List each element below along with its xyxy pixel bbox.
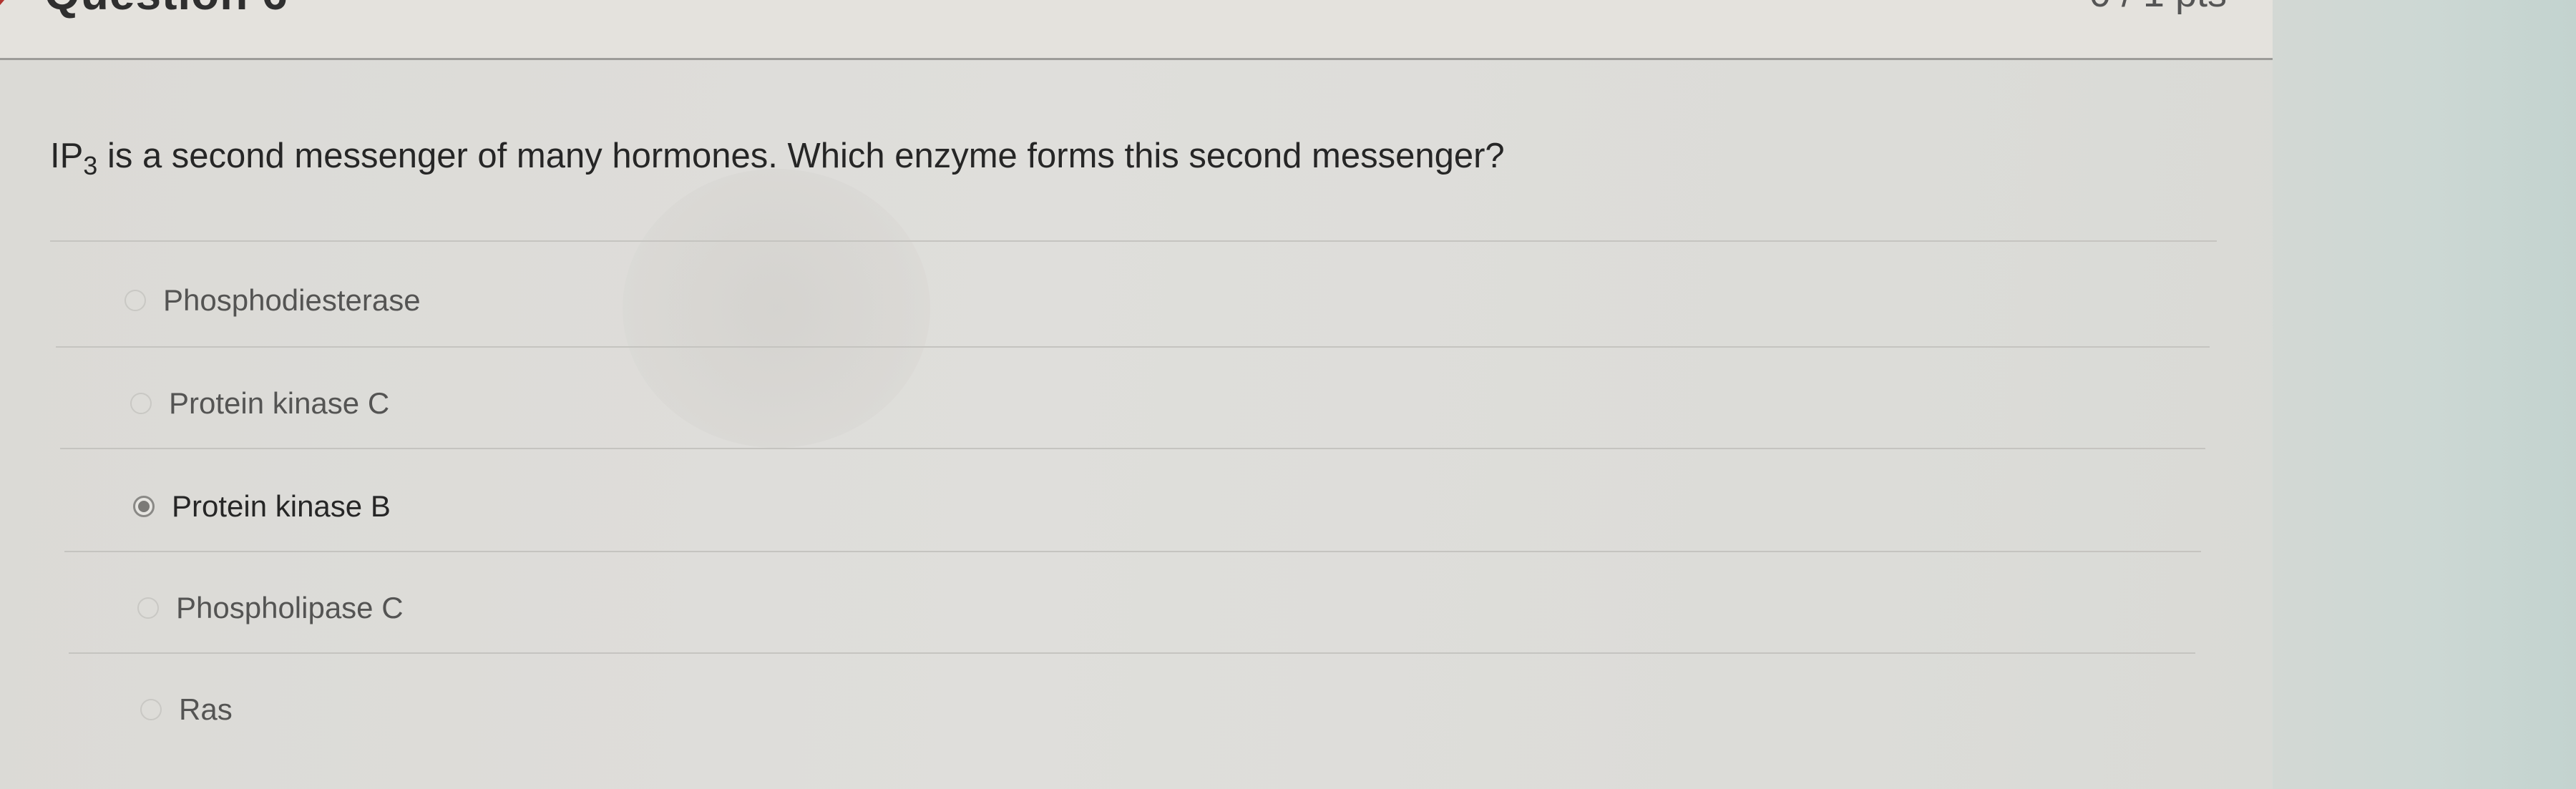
question-header: Question 6 0 / 1 pts xyxy=(0,0,2273,60)
question-points: 0 / 1 pts xyxy=(2089,0,2227,16)
answer-divider xyxy=(56,346,2210,348)
answer-divider xyxy=(69,652,2195,654)
radio-icon[interactable] xyxy=(137,597,159,619)
answer-option-protein-kinase-b[interactable]: Protein kinase B xyxy=(133,485,391,528)
answer-label: Phosphodiesterase xyxy=(163,283,421,317)
question-prefix: IP xyxy=(50,137,84,175)
radio-icon[interactable] xyxy=(130,393,152,414)
answer-label: Protein kinase B xyxy=(172,489,391,523)
answer-option-phosphodiesterase[interactable]: Phosphodiesterase xyxy=(125,279,421,322)
question-subscript: 3 xyxy=(83,151,98,180)
answer-option-ras[interactable]: Ras xyxy=(140,688,233,731)
answer-divider xyxy=(64,551,2201,552)
radio-icon[interactable] xyxy=(140,699,162,720)
answer-divider xyxy=(50,240,2217,242)
answer-divider xyxy=(60,448,2205,449)
radio-icon[interactable] xyxy=(125,290,146,311)
page-background-right xyxy=(2274,0,2576,789)
screen-glare xyxy=(623,169,930,448)
question-title: Question 6 xyxy=(44,0,288,20)
answer-option-protein-kinase-c[interactable]: Protein kinase C xyxy=(130,382,389,425)
answer-label: Phospholipase C xyxy=(176,591,404,624)
question-body-text: is a second messenger of many hormones. … xyxy=(97,137,1505,175)
flag-icon[interactable] xyxy=(0,0,14,10)
answer-label: Ras xyxy=(179,692,233,726)
answer-label: Protein kinase C xyxy=(169,386,390,420)
question-text: IP3 is a second messenger of many hormon… xyxy=(50,136,1505,181)
question-card: Question 6 0 / 1 pts IP3 is a second mes… xyxy=(0,0,2273,789)
answer-option-phospholipase-c[interactable]: Phospholipase C xyxy=(137,587,404,629)
radio-selected-icon[interactable] xyxy=(133,496,155,517)
